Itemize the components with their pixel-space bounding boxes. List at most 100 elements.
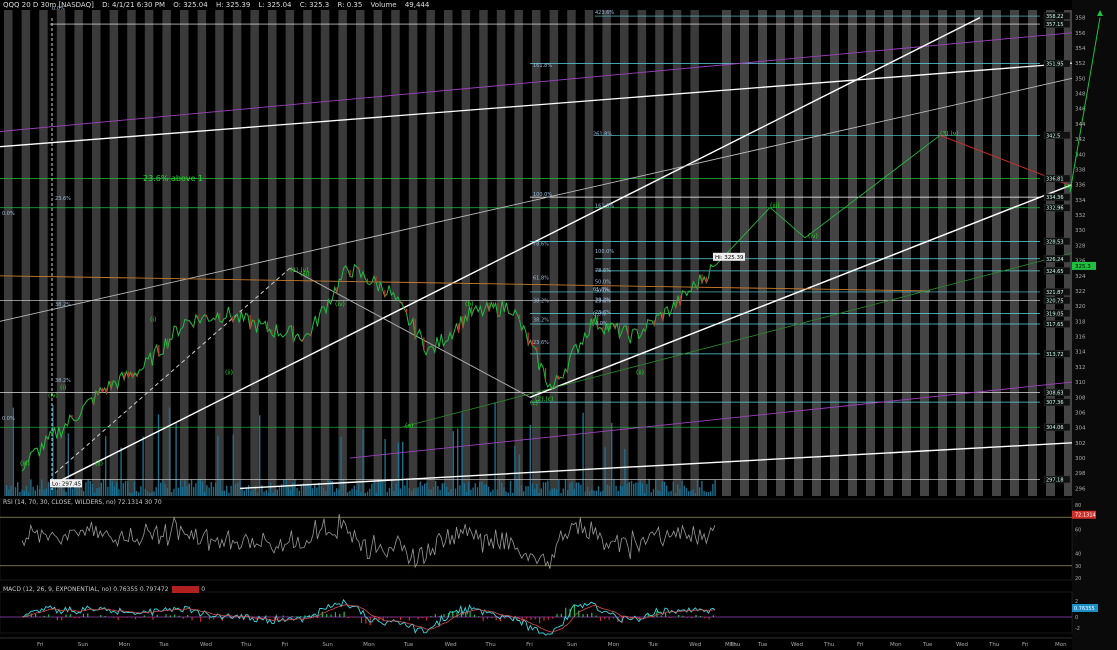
future-x-tick-label: Tue xyxy=(922,642,933,648)
fib-label: 261.8% xyxy=(593,131,612,137)
volume-bar xyxy=(461,412,463,496)
symbol-label[interactable]: QQQ 20 D 30m [NASDAQ] xyxy=(3,1,94,9)
high-label: Hi: 325.39 xyxy=(715,255,744,261)
wave-label: (3).(v) xyxy=(940,130,959,137)
session-stripe xyxy=(338,10,347,496)
volume-bar xyxy=(518,454,520,496)
session-stripe xyxy=(303,10,312,496)
macd-hist-bar xyxy=(391,617,393,618)
volume-bar xyxy=(558,480,560,496)
volume-bar xyxy=(419,481,421,496)
macd-hist-bar xyxy=(708,617,710,620)
volume-bar xyxy=(353,485,355,496)
y-tick-label: 320 xyxy=(1075,304,1086,310)
volume-bar xyxy=(512,492,514,496)
volume-bar xyxy=(582,412,584,496)
volume-bar xyxy=(252,489,254,496)
volume-bar xyxy=(168,407,171,496)
volume-bar xyxy=(505,491,507,496)
macd-hist-bar xyxy=(300,616,302,617)
y-tick-label: 312 xyxy=(1075,365,1086,371)
volume-bar xyxy=(195,483,197,496)
volume-bar xyxy=(487,486,490,496)
macd-hist-bar xyxy=(291,615,293,617)
volume-bar xyxy=(492,489,494,496)
volume-bar xyxy=(538,492,540,496)
session-stripe xyxy=(4,10,13,496)
volume-bar xyxy=(391,479,393,496)
volume-bar xyxy=(534,488,536,496)
volume-bar xyxy=(556,489,558,496)
volume-bar xyxy=(380,482,382,496)
fib-label: 0.0% xyxy=(2,416,15,422)
volume-bar xyxy=(208,487,210,496)
macd-hist-bar xyxy=(421,617,423,619)
y-tick-label: 304 xyxy=(1075,426,1086,432)
price-level-label: 321.87 xyxy=(1046,290,1064,296)
volume-bar xyxy=(622,486,624,496)
macd-hist-bar xyxy=(530,617,532,620)
macd-hist-bar xyxy=(326,614,328,617)
volume-bar xyxy=(144,488,146,496)
fib-label: 38.2% xyxy=(55,302,71,308)
y-tick-label: 342 xyxy=(1075,137,1086,143)
volume-bar xyxy=(560,492,562,496)
volume-bar xyxy=(322,487,325,496)
y-tick-label: 314 xyxy=(1075,350,1086,356)
volume-bar xyxy=(595,490,597,496)
volume-bar xyxy=(615,485,617,496)
volume-bar xyxy=(371,483,373,496)
volume-bar xyxy=(641,483,644,496)
volume-bar xyxy=(243,490,245,496)
price-level-label: 304.06 xyxy=(1046,425,1064,431)
x-tick-label: Mon xyxy=(608,642,620,648)
rsi-study-label[interactable]: RSI (14, 70, 30, CLOSE, WILDERS, no) 72.… xyxy=(3,499,162,506)
volume-bar xyxy=(43,489,45,496)
y-tick-label: 358 xyxy=(1075,16,1086,22)
macd-hist-bar xyxy=(400,617,402,620)
session-stripe xyxy=(21,10,31,496)
fib-label: 38.2% xyxy=(595,298,611,304)
fib-label: 78.6% xyxy=(533,241,549,247)
macd-hist-bar xyxy=(665,612,667,617)
volume-bar xyxy=(417,487,419,496)
current-price-label: 325.3 xyxy=(1075,264,1091,270)
macd-hist-bar xyxy=(591,612,593,617)
volume-bar xyxy=(256,492,259,496)
wave-label: (i) xyxy=(60,385,66,392)
volume-bar xyxy=(712,484,714,496)
wave-label: (i) xyxy=(150,316,156,323)
volume-bar xyxy=(628,481,630,496)
x-tick-label: Wed xyxy=(200,642,212,648)
macd-hist-bar xyxy=(65,614,67,617)
fib-label: 61.8% xyxy=(533,276,549,282)
volume-bar xyxy=(305,484,307,496)
price-level-label: 307.36 xyxy=(1046,400,1064,406)
price-chart[interactable]: 2962983003023043063083103123143163183203… xyxy=(0,0,1117,650)
macd-hist-bar xyxy=(321,611,323,617)
macd-study-label[interactable]: MACD (12, 26, 9, EXPONENTIAL, no) 0.7635… xyxy=(3,586,205,593)
price-level-label: 317.65 xyxy=(1046,322,1064,328)
volume-bar xyxy=(421,485,424,496)
volume-bar xyxy=(448,492,450,496)
fib-label: 100.0% xyxy=(533,192,552,198)
volume-bar xyxy=(157,414,160,496)
macd-hist-bar xyxy=(178,615,180,617)
macd-hist-bar xyxy=(565,607,567,617)
volume-bar xyxy=(617,490,619,496)
volume-bar xyxy=(547,480,549,496)
volume-bar xyxy=(494,402,496,496)
volume-bar xyxy=(50,488,52,496)
volume-bar xyxy=(223,490,226,496)
macd-label: MACD (12, 26, 9, EXPONENTIAL, no) 0.7635… xyxy=(3,586,169,593)
volume-bar xyxy=(369,488,371,496)
volume-bar xyxy=(102,479,105,496)
volume-bar xyxy=(25,486,28,496)
future-x-tick-label: Thu xyxy=(823,642,834,648)
volume-bar xyxy=(250,490,252,496)
volume-bar xyxy=(413,488,415,496)
volume-bar xyxy=(663,481,666,496)
macd-hist-bar xyxy=(152,617,154,620)
volume-bar xyxy=(138,492,140,496)
macd-hist-bar xyxy=(117,617,119,620)
